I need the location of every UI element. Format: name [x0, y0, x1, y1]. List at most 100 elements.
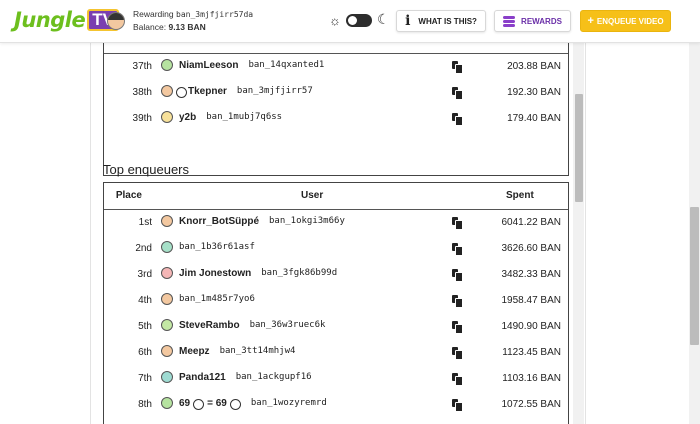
user-name-part-b: = 69 [207, 397, 227, 409]
spent-cell: 1072.55 BAN [501, 399, 562, 410]
spent-cell: 1958.47 BAN [501, 295, 562, 306]
rewarding-label: Rewarding [133, 9, 174, 19]
user-header: User [301, 190, 324, 201]
user-avatar-icon [161, 345, 173, 357]
user-cell: 69 = 69 ban_1wozyremrd [161, 397, 327, 410]
place-cell: 38th [132, 87, 152, 98]
top-enqueuers-table: Place User Spent 1st Knorr_BotSüppé ban_… [103, 182, 569, 424]
user-avatar-icon [161, 85, 173, 97]
table-row: 4th ban_1m485r7yo6 1958.47 BAN [104, 288, 568, 314]
copy-icon[interactable] [452, 61, 463, 74]
spent-cell: 179.40 BAN [507, 113, 561, 124]
theme-toggle[interactable] [346, 14, 372, 27]
place-cell: 8th [138, 399, 152, 410]
spent-cell: 6041.22 BAN [501, 217, 562, 228]
place-header: Place [115, 190, 142, 201]
copy-icon[interactable] [452, 295, 463, 308]
place-cell: 3rd [137, 269, 152, 280]
user-name: Tkepner [188, 85, 227, 97]
previous-leaderboard-table: 37th NiamLeeson ban_14qxanted1 203.88 BA… [103, 42, 569, 176]
jungletv-logo[interactable]: Jungle TV [14, 7, 119, 33]
moon-icon: ☾ [377, 11, 390, 27]
copy-icon[interactable] [452, 269, 463, 282]
user-avatar-icon [161, 59, 173, 71]
spent-cell: 3482.33 BAN [501, 269, 562, 280]
user-cell: ban_1m485r7yo6 [161, 293, 255, 305]
table-row: 7th Panda121 ban_1ackgupf16 1103.16 BAN [104, 366, 568, 392]
monkey-icon [175, 85, 187, 98]
table-row: 39th y2b ban_1mubj7q6ss 179.40 BAN [104, 106, 568, 132]
table-row: 38th Tkepner ban_3mjfjirr57 192.30 BAN [104, 80, 568, 106]
user-cell: Tkepner ban_3mjfjirr57 [161, 85, 313, 98]
place-cell: 39th [132, 113, 152, 124]
place-cell: 7th [138, 373, 152, 384]
user-name: NiamLeeson [179, 59, 239, 71]
user-rewards-info[interactable]: Rewarding ban_3mjfjirr57da Balance: 9.13… [107, 9, 253, 33]
place-cell: 1st [138, 217, 152, 228]
table-row: 1st Knorr_BotSüppé ban_1okgi3m66y 6041.2… [104, 210, 568, 236]
plus-icon: + [587, 15, 594, 27]
user-avatar [107, 12, 125, 30]
user-avatar-icon [161, 111, 173, 123]
user-address: ban_14qxanted1 [248, 60, 325, 70]
copy-icon[interactable] [452, 87, 463, 100]
spent-cell: 1490.90 BAN [501, 321, 562, 332]
logo-text: Jungle [14, 8, 86, 32]
user-name: Panda121 [179, 371, 226, 383]
table-row: 6th Meepz ban_3tt14mhjw4 1123.45 BAN [104, 340, 568, 366]
spent-cell: 1103.16 BAN [502, 373, 561, 384]
rewards-button[interactable]: REWARDS [494, 10, 571, 32]
user-cell: y2b ban_1mubj7q6ss [161, 111, 282, 123]
user-avatar-icon [161, 293, 173, 305]
enqueue-video-label: ENQUEUE VIDEO [596, 16, 664, 26]
leaderboard-content: 37th NiamLeeson ban_14qxanted1 203.88 BA… [0, 42, 700, 424]
user-cell: Jim Jonestown ban_3fgk86b99d [161, 267, 337, 279]
spent-cell: 1123.45 BAN [502, 347, 561, 358]
user-cell: Knorr_BotSüppé ban_1okgi3m66y [161, 215, 345, 227]
user-address: ban_1okgi3m66y [269, 216, 345, 226]
copy-icon[interactable] [452, 373, 463, 386]
user-address: ban_36w3ruec6k [249, 320, 326, 330]
copy-icon[interactable] [452, 113, 463, 126]
rewarding-address: ban_3mjfjirr57da [176, 10, 254, 19]
user-address: ban_1ackgupf16 [235, 372, 312, 382]
table-header-row: Place User Spent [104, 183, 568, 209]
balance-label: Balance: [133, 22, 167, 32]
user-avatar-icon [161, 397, 173, 409]
monkey-icon [229, 397, 241, 410]
user-cell: SteveRambo ban_36w3ruec6k [161, 319, 325, 331]
user-avatar-icon [161, 241, 173, 253]
user-cell: Panda121 ban_1ackgupf16 [161, 371, 312, 383]
rewarding-line: Rewarding ban_3mjfjirr57da [133, 9, 253, 20]
copy-icon[interactable] [452, 399, 463, 412]
copy-icon[interactable] [452, 321, 463, 334]
user-avatar-icon [161, 215, 173, 227]
table-row: 5th SteveRambo ban_36w3ruec6k 1490.90 BA… [104, 314, 568, 340]
place-cell: 2nd [135, 243, 152, 254]
info-icon: i [405, 13, 411, 29]
user-address: ban_3tt14mhjw4 [219, 346, 296, 356]
user-address: ban_1b36r61asf [179, 242, 255, 252]
user-name: Jim Jonestown [179, 267, 252, 279]
copy-icon[interactable] [452, 347, 463, 360]
coins-icon [503, 16, 516, 27]
table-row: 37th NiamLeeson ban_14qxanted1 203.88 BA… [104, 54, 568, 80]
user-address: ban_3fgk86b99d [261, 268, 338, 278]
user-avatar-icon [161, 319, 173, 331]
table-row: 2nd ban_1b36r61asf 3626.60 BAN [104, 236, 568, 262]
enqueue-video-button[interactable]: + ENQUEUE VIDEO [580, 10, 671, 32]
section-title: Top enqueuers [103, 162, 190, 177]
spent-cell: 192.30 BAN [507, 87, 561, 98]
user-address: ban_1mubj7q6ss [206, 112, 283, 122]
user-name: y2b [179, 111, 197, 123]
copy-icon[interactable] [452, 217, 463, 230]
user-avatar-icon [161, 371, 173, 383]
place-cell: 4th [138, 295, 152, 306]
balance-value: 9.13 BAN [168, 22, 206, 32]
spent-cell: 3626.60 BAN [501, 243, 562, 254]
copy-icon[interactable] [452, 243, 463, 256]
user-name: Knorr_BotSüppé [179, 215, 259, 227]
user-avatar-icon [161, 267, 173, 279]
spent-cell: 203.88 BAN [507, 61, 561, 72]
what-is-this-button[interactable]: i WHAT IS THIS? [396, 10, 486, 32]
